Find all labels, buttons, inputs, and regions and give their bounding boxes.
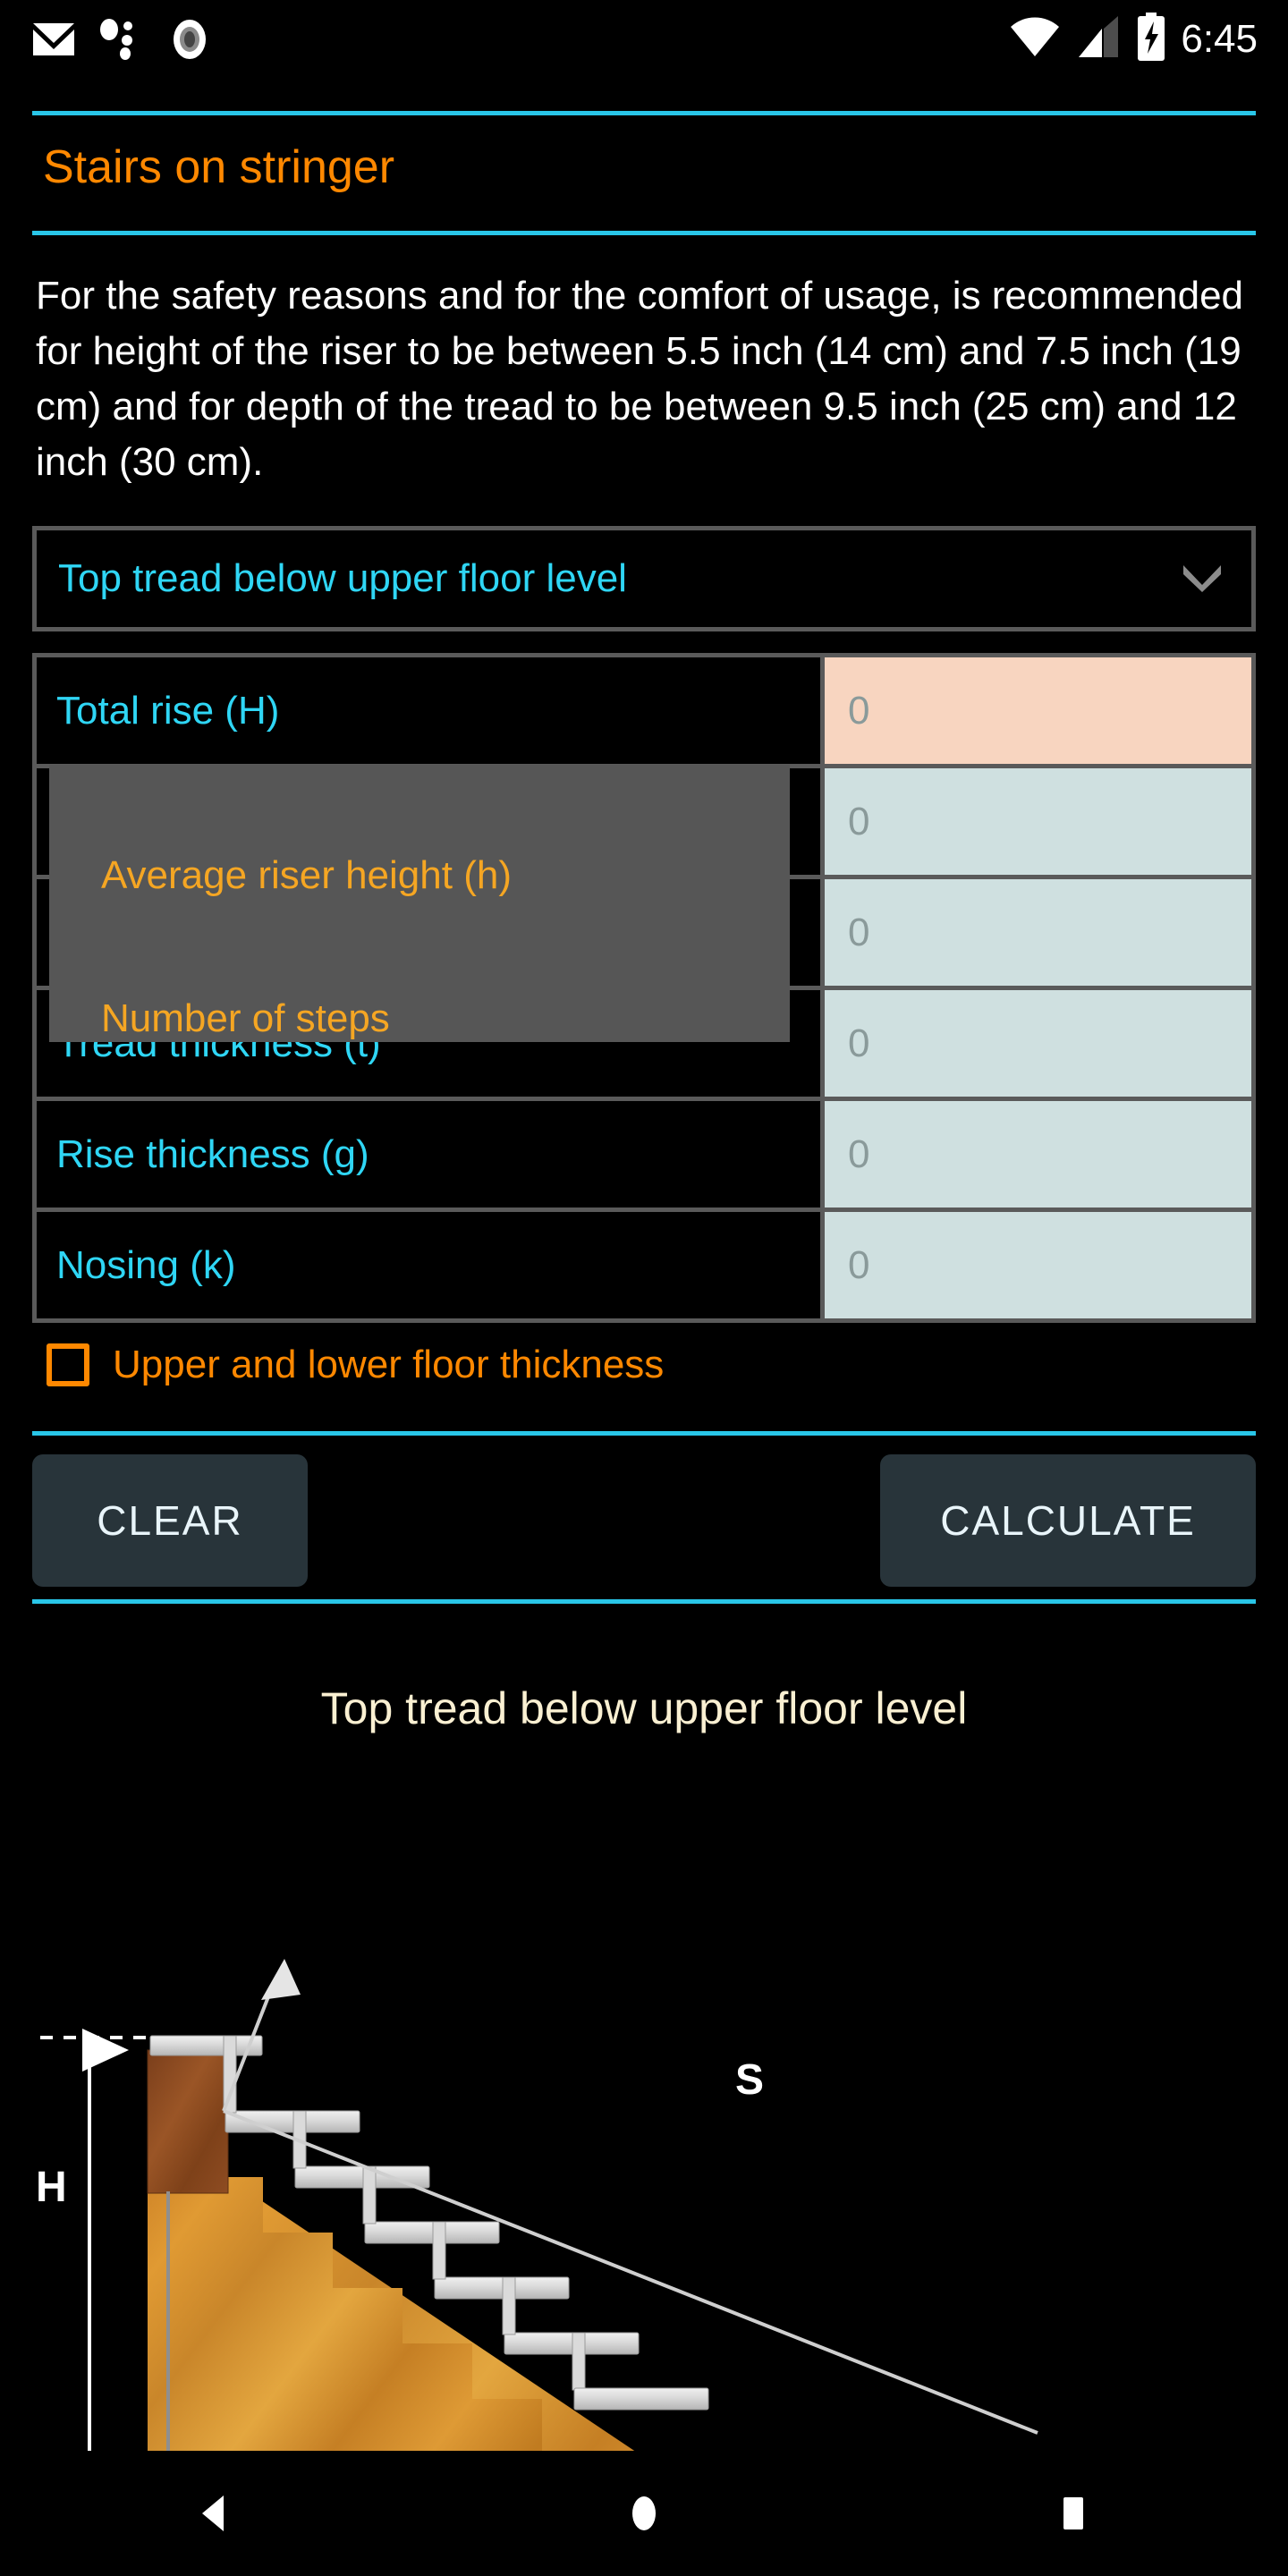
checkbox-icon[interactable] xyxy=(47,1343,89,1386)
cell-signal-icon xyxy=(1075,14,1122,64)
divider-under-title xyxy=(32,231,1256,235)
app-screen: 6:45 Stairs on stringer For the safety r… xyxy=(0,0,1288,2576)
field-hint-overlay[interactable]: Average riser height (h) Number of steps xyxy=(49,765,790,1042)
description-text: For the safety reasons and for the comfo… xyxy=(36,274,1244,484)
row-input-number-of-steps[interactable]: 0 xyxy=(820,879,1251,986)
table-row: Nosing (k) 0 xyxy=(37,1212,1251,1323)
overlay-item-average-riser-height[interactable]: Average riser height (h) xyxy=(101,852,512,899)
diagram-title: Top tread below upper floor level xyxy=(320,1683,968,1733)
row-label-rise-thickness: Rise thickness (g) xyxy=(37,1101,820,1208)
status-bar: 6:45 xyxy=(0,0,1288,98)
recents-square-icon xyxy=(1063,2497,1083,2529)
nav-home-button[interactable] xyxy=(581,2451,707,2576)
back-triangle-icon xyxy=(202,2496,224,2531)
status-bar-notification-icons xyxy=(32,16,213,67)
divider-below-buttons xyxy=(32,1599,1256,1604)
divider-above-buttons xyxy=(32,1431,1256,1436)
stairs-diagram-svg xyxy=(40,1959,1038,2576)
diagram-label-h: H xyxy=(36,2164,67,2211)
row-input-average-riser-height[interactable]: 0 xyxy=(820,768,1251,875)
checkbox-label: Upper and lower floor thickness xyxy=(113,1343,665,1386)
stair-type-dropdown[interactable]: Top tread below upper floor level xyxy=(32,526,1256,631)
gmail-icon xyxy=(32,21,75,62)
wifi-icon xyxy=(1009,14,1061,64)
status-bar-system-icons: 6:45 xyxy=(1009,13,1258,65)
nav-recents-button[interactable] xyxy=(1011,2451,1136,2576)
row-input-total-rise[interactable]: 0 xyxy=(820,657,1251,764)
table-row: Total rise (H) 0 xyxy=(37,657,1251,768)
row-label-nosing: Nosing (k) xyxy=(37,1212,820,1318)
chevron-down-icon[interactable] xyxy=(1180,564,1224,594)
battery-charging-icon xyxy=(1136,13,1166,65)
overlay-item-number-of-steps[interactable]: Number of steps xyxy=(101,996,390,1042)
divider-top xyxy=(32,111,1256,115)
stairs-diagram: H S xyxy=(0,1816,1288,2576)
page-title: Stairs on stringer xyxy=(43,141,395,193)
row-input-rise-thickness[interactable]: 0 xyxy=(820,1101,1251,1208)
row-input-tread-thickness[interactable]: 0 xyxy=(820,990,1251,1097)
row-input-nosing[interactable]: 0 xyxy=(820,1212,1251,1318)
calculate-button[interactable]: CALCULATE xyxy=(880,1454,1256,1587)
upper-lower-floor-thickness-checkbox-row[interactable]: Upper and lower floor thickness xyxy=(47,1342,664,1388)
dropdown-selected-label: Top tread below upper floor level xyxy=(58,556,627,600)
status-bar-clock: 6:45 xyxy=(1181,16,1258,61)
table-row: Rise thickness (g) 0 xyxy=(37,1101,1251,1212)
diagram-label-s: S xyxy=(735,2056,765,2104)
clear-button[interactable]: CLEAR xyxy=(32,1454,308,1587)
messages-dots-icon xyxy=(98,19,143,64)
record-circle-icon xyxy=(166,16,213,67)
nav-back-button[interactable] xyxy=(152,2451,277,2576)
android-navigation-bar xyxy=(0,2451,1288,2576)
home-circle-icon xyxy=(632,2496,656,2530)
action-button-row: CLEAR CALCULATE xyxy=(32,1453,1256,1589)
row-label-total-rise: Total rise (H) xyxy=(37,657,820,764)
